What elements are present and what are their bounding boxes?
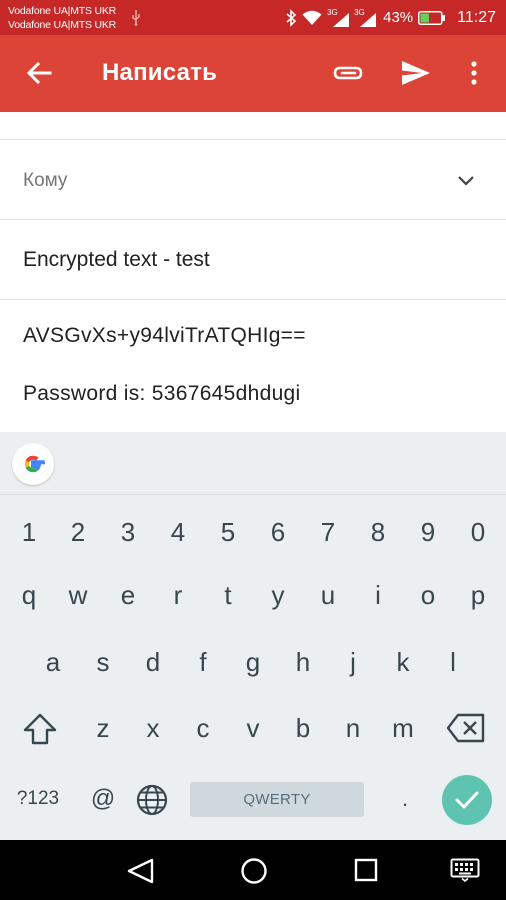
- page-title: Написать: [102, 59, 218, 86]
- subject-field[interactable]: Encrypted text - test: [0, 220, 506, 300]
- send-icon: [402, 61, 430, 85]
- key-3[interactable]: 3: [106, 502, 150, 562]
- key-0[interactable]: 0: [456, 502, 500, 562]
- function-row: ?123 @ QWERTY .: [0, 769, 506, 829]
- key-h[interactable]: h: [281, 632, 325, 692]
- keyboard: 1 2 3 4 5 6 7 8 9 0 q w e r t y u i o p …: [0, 432, 506, 840]
- signal-2: 3G: [354, 8, 377, 27]
- more-vert-icon: [471, 61, 477, 85]
- battery-percent: 43%: [383, 9, 414, 26]
- key-v[interactable]: v: [231, 698, 275, 758]
- enter-button[interactable]: [442, 775, 492, 825]
- signal-icon: [360, 12, 377, 27]
- key-o[interactable]: o: [406, 565, 450, 625]
- key-w[interactable]: w: [56, 565, 100, 625]
- key-c[interactable]: c: [181, 698, 225, 758]
- key-2[interactable]: 2: [56, 502, 100, 562]
- backspace-icon[interactable]: [446, 712, 486, 744]
- key-a[interactable]: a: [31, 632, 75, 692]
- to-field[interactable]: Кому: [0, 141, 506, 220]
- carrier-line-1: Vodafone UA|MTS UKR: [8, 5, 117, 17]
- number-row: 1 2 3 4 5 6 7 8 9 0: [0, 502, 506, 562]
- key-5[interactable]: 5: [206, 502, 250, 562]
- from-row[interactable]: [0, 112, 506, 140]
- globe-icon[interactable]: [135, 783, 169, 817]
- wifi-icon: [302, 10, 322, 25]
- send-button[interactable]: [398, 57, 434, 89]
- key-q[interactable]: q: [7, 565, 51, 625]
- symbols-key[interactable]: ?123: [8, 769, 68, 829]
- key-8[interactable]: 8: [356, 502, 400, 562]
- clock: 11:27: [457, 8, 496, 26]
- keyboard-suggestion-bar: [0, 432, 506, 495]
- attach-button[interactable]: [330, 57, 366, 89]
- key-e[interactable]: e: [106, 565, 150, 625]
- key-f[interactable]: f: [181, 632, 225, 692]
- key-g[interactable]: g: [231, 632, 275, 692]
- key-t[interactable]: t: [206, 565, 250, 625]
- paperclip-icon: [333, 66, 363, 80]
- key-9[interactable]: 9: [406, 502, 450, 562]
- bottom-letter-row: z x c v b n m: [0, 698, 506, 758]
- app-bar: Написать: [0, 35, 506, 112]
- home-row: a s d f g h j k l: [0, 632, 506, 692]
- shift-icon[interactable]: [22, 712, 58, 746]
- key-4[interactable]: 4: [156, 502, 200, 562]
- signal-1: 3G: [327, 8, 350, 27]
- signal-icon: [333, 12, 350, 27]
- back-button[interactable]: [22, 58, 56, 88]
- key-x[interactable]: x: [131, 698, 175, 758]
- navigation-bar: [0, 840, 506, 900]
- status-icons: 3G 3G 43% 11:27: [285, 0, 496, 35]
- keyboard-switch-icon[interactable]: [450, 858, 480, 882]
- key-j[interactable]: j: [331, 632, 375, 692]
- subject-text: Encrypted text - test: [23, 248, 210, 271]
- key-m[interactable]: m: [381, 698, 425, 758]
- key-d[interactable]: d: [131, 632, 175, 692]
- key-k[interactable]: k: [381, 632, 425, 692]
- key-r[interactable]: r: [156, 565, 200, 625]
- key-p[interactable]: p: [456, 565, 500, 625]
- qwerty-row: q w e r t y u i o p: [0, 565, 506, 625]
- more-options-button[interactable]: [462, 57, 486, 89]
- chevron-down-icon[interactable]: [456, 171, 476, 191]
- space-bar[interactable]: QWERTY: [190, 782, 364, 817]
- arrow-back-icon: [26, 61, 52, 85]
- key-s[interactable]: s: [81, 632, 125, 692]
- key-u[interactable]: u: [306, 565, 350, 625]
- nav-back-icon[interactable]: [126, 858, 156, 884]
- bluetooth-icon: [286, 8, 297, 27]
- carrier-line-2: Vodafone UA|MTS UKR: [8, 19, 117, 31]
- check-icon: [455, 791, 479, 809]
- to-label: Кому: [23, 170, 68, 191]
- key-i[interactable]: i: [356, 565, 400, 625]
- compose-form: Кому Encrypted text - test AVSGvXs+y94lv…: [0, 112, 506, 432]
- key-1[interactable]: 1: [7, 502, 51, 562]
- key-6[interactable]: 6: [256, 502, 300, 562]
- google-icon: [24, 455, 45, 473]
- google-search-button[interactable]: [12, 443, 54, 485]
- key-l[interactable]: l: [431, 632, 475, 692]
- key-b[interactable]: b: [281, 698, 325, 758]
- battery-icon: [418, 10, 446, 25]
- key-z[interactable]: z: [81, 698, 125, 758]
- body-line-1: AVSGvXs+y94lviTrATQHIg==: [23, 324, 306, 347]
- key-y[interactable]: y: [256, 565, 300, 625]
- key-period[interactable]: .: [390, 769, 420, 829]
- key-at[interactable]: @: [86, 769, 120, 829]
- battery-fill: [420, 13, 430, 22]
- body-line-2: Password is: 5367645dhdugi: [23, 382, 301, 405]
- key-n[interactable]: n: [331, 698, 375, 758]
- nav-recent-icon[interactable]: [354, 858, 378, 882]
- nav-home-icon[interactable]: [240, 857, 268, 885]
- key-7[interactable]: 7: [306, 502, 350, 562]
- usb-icon: [132, 10, 140, 26]
- status-bar: Vodafone UA|MTS UKR Vodafone UA|MTS UKR …: [0, 0, 506, 35]
